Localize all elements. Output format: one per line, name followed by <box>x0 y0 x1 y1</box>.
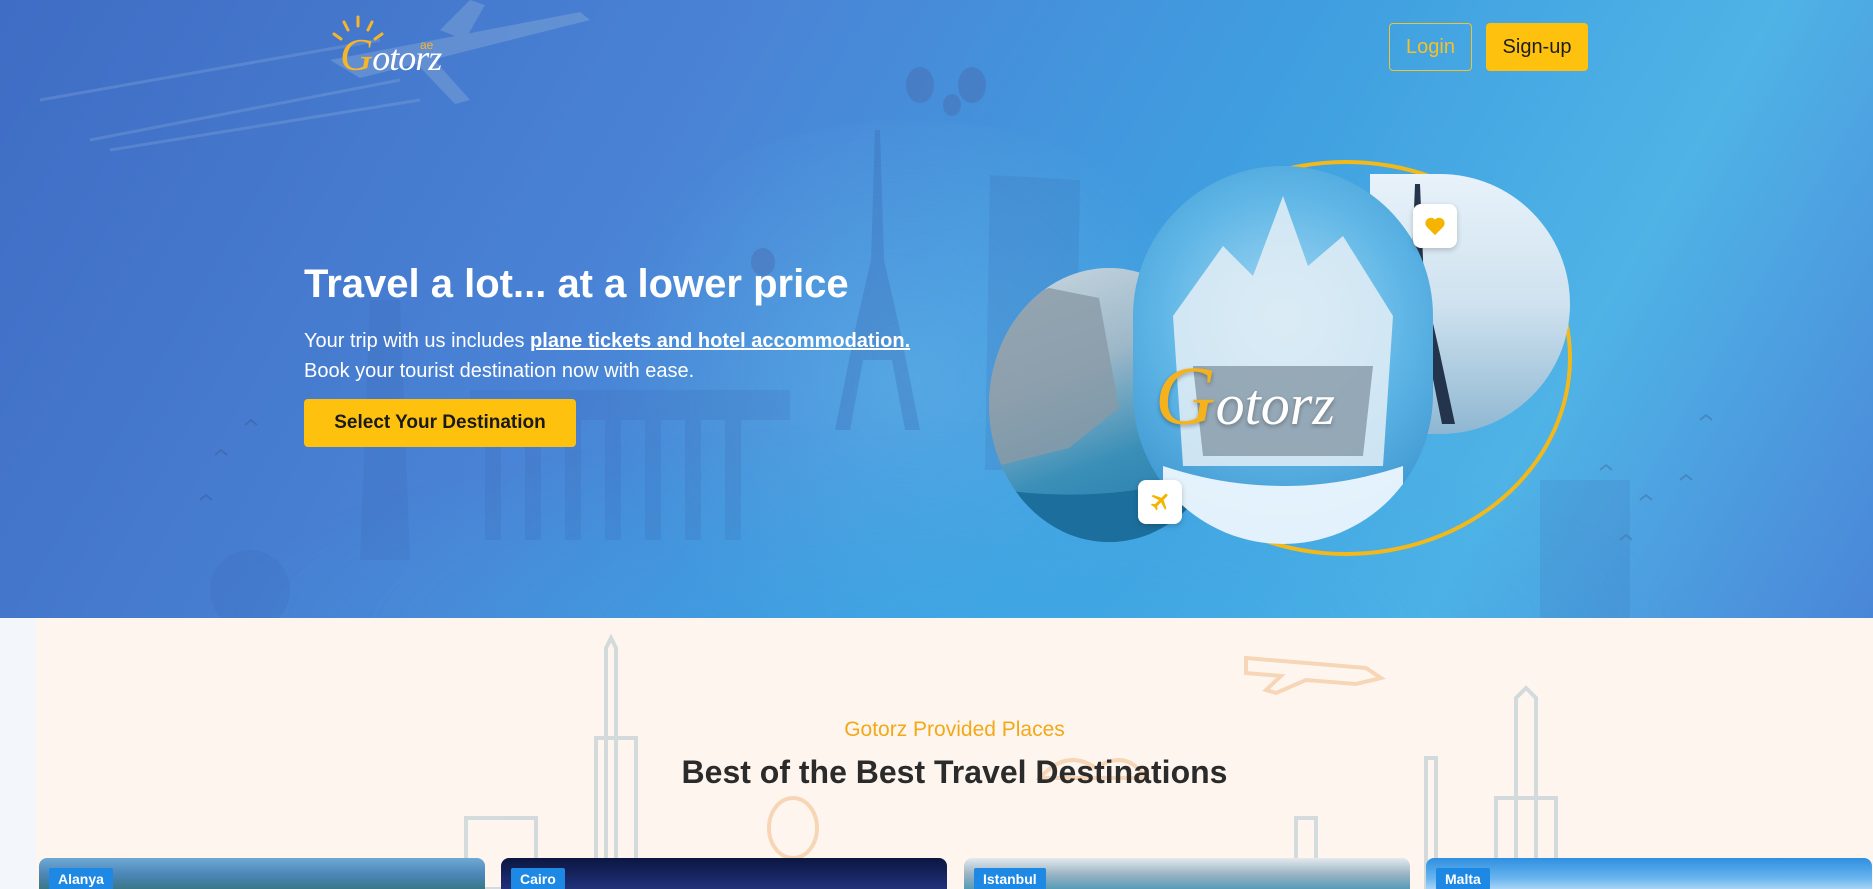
logo[interactable]: Gotorz <box>340 28 442 81</box>
destination-card-alanya[interactable]: Alanya <box>39 858 485 889</box>
hero-desc-line2: Book your tourist destination now with e… <box>304 360 695 382</box>
collage-brand-rest: otorz <box>1215 372 1335 437</box>
hero-title: Travel a lot... at a lower price <box>304 262 849 306</box>
logo-suffix: ae <box>420 38 434 52</box>
destination-tag: Malta <box>1436 868 1490 889</box>
collage-brand-text: Gotorz <box>1155 348 1335 445</box>
destination-tag: Istanbul <box>974 868 1046 889</box>
destination-tag: Alanya <box>49 868 113 889</box>
destination-tag: Cairo <box>511 868 565 889</box>
destination-card-istanbul[interactable]: Istanbul <box>964 858 1410 889</box>
hero-desc-highlight[interactable]: plane tickets and hotel accommodation. <box>530 330 910 352</box>
destination-card-cairo[interactable]: Cairo <box>501 858 947 889</box>
collage-brand-letter: G <box>1155 350 1216 443</box>
destinations-subtitle: Gotorz Provided Places <box>844 718 1065 741</box>
hero-section: Gotorz ae Login Sign-up Travel a lot... … <box>0 0 1873 618</box>
destination-card-malta[interactable]: Malta <box>1426 858 1872 889</box>
destinations-section: Gotorz Provided Places Best of the Best … <box>36 618 1873 889</box>
hero-description: Your trip with us includes plane tickets… <box>304 326 910 386</box>
destinations-title: Best of the Best Travel Destinations <box>681 754 1228 790</box>
heart-icon[interactable] <box>1413 204 1457 248</box>
airplane-icon[interactable] <box>1138 480 1182 524</box>
login-button[interactable]: Login <box>1389 23 1472 71</box>
logo-letter: G <box>340 29 373 80</box>
select-destination-button[interactable]: Select Your Destination <box>304 399 576 447</box>
hero-collage: Gotorz <box>985 158 1595 558</box>
hero-desc-prefix: Your trip with us includes <box>304 330 531 352</box>
signup-button[interactable]: Sign-up <box>1486 23 1588 71</box>
